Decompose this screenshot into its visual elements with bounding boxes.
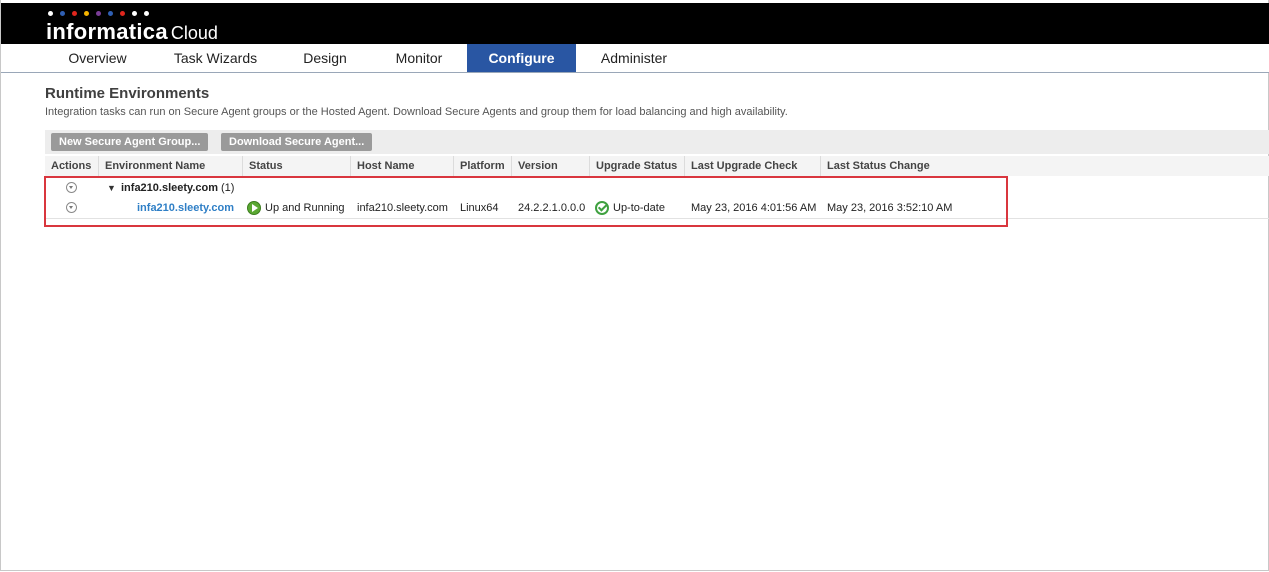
agent-last-status-change: May 23, 2016 3:52:10 AM: [827, 202, 953, 214]
tab-monitor[interactable]: Monitor: [383, 44, 455, 72]
tab-configure[interactable]: Configure: [467, 44, 576, 72]
main-nav: Overview Task Wizards Design Monitor Con…: [1, 44, 1269, 73]
menu-dropdown-icon[interactable]: [66, 202, 77, 213]
page-title: Runtime Environments: [45, 85, 210, 102]
column-header-version[interactable]: Version: [512, 156, 590, 176]
agent-upgrade-status: Up-to-date: [595, 198, 665, 218]
agent-host-name: infa210.sleety.com: [357, 202, 448, 214]
logo-dot: [96, 11, 101, 16]
header-bar: informatica Cloud: [1, 3, 1269, 44]
tab-administer[interactable]: Administer: [591, 44, 677, 72]
column-header-status[interactable]: Status: [243, 156, 351, 176]
triangle-down-icon[interactable]: ▼: [107, 178, 116, 198]
check-circle-icon: [595, 201, 609, 216]
logo-dot: [84, 11, 89, 16]
menu-dropdown-icon[interactable]: [66, 182, 77, 193]
toolbar: New Secure Agent Group... Download Secur…: [45, 130, 1269, 154]
column-header-platform[interactable]: Platform: [454, 156, 512, 176]
new-secure-agent-group-button[interactable]: New Secure Agent Group...: [51, 133, 209, 151]
column-header-upgrade-status[interactable]: Upgrade Status: [590, 156, 685, 176]
table-row-group: ▼ infa210.sleety.com (1): [45, 178, 1269, 198]
logo-text: informatica Cloud: [46, 19, 218, 45]
logo-dot: [108, 11, 113, 16]
logo-dot: [72, 11, 77, 16]
column-header-last-upgrade-check[interactable]: Last Upgrade Check: [685, 156, 821, 176]
tab-overview[interactable]: Overview: [51, 44, 144, 72]
agent-status: Up and Running: [247, 198, 345, 218]
column-header-last-status-change[interactable]: Last Status Change: [821, 156, 961, 176]
logo-dot: [48, 11, 53, 16]
column-header-host-name[interactable]: Host Name: [351, 156, 454, 176]
logo-dot: [120, 11, 125, 16]
tab-design[interactable]: Design: [291, 44, 359, 72]
agent-status-text: Up and Running: [265, 202, 345, 214]
agent-last-upgrade-check: May 23, 2016 4:01:56 AM: [691, 202, 817, 214]
agent-version: 24.2.2.1.0.0.0: [518, 202, 586, 214]
running-icon: [247, 201, 261, 216]
agent-platform: Linux64: [460, 202, 499, 214]
logo-word: informatica: [46, 19, 168, 44]
logo-dot: [144, 11, 149, 16]
table-header: Actions Environment Name Status Host Nam…: [45, 156, 1269, 176]
group-name[interactable]: infa210.sleety.com: [121, 178, 218, 198]
table-row-agent: infa210.sleety.com Up and Running infa21…: [45, 198, 1269, 219]
download-secure-agent-button[interactable]: Download Secure Agent...: [221, 133, 373, 151]
tab-task-wizards[interactable]: Task Wizards: [163, 44, 268, 72]
group-count: (1): [221, 182, 235, 194]
column-header-environment-name[interactable]: Environment Name: [99, 156, 243, 176]
agent-name-link[interactable]: infa210.sleety.com: [137, 198, 234, 218]
agent-upgrade-status-text: Up-to-date: [613, 202, 665, 214]
page-description: Integration tasks can run on Secure Agen…: [45, 106, 788, 118]
logo-dot: [60, 11, 65, 16]
logo-dot: [132, 11, 137, 16]
column-header-actions[interactable]: Actions: [45, 156, 99, 176]
logo-suffix: Cloud: [170, 23, 218, 43]
